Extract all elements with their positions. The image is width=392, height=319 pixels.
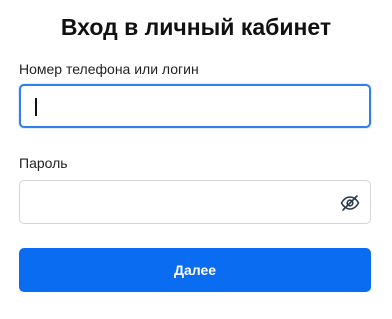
password-input[interactable] [32,181,332,223]
login-page: Вход в личный кабинет Номер телефона или… [0,0,392,319]
login-field-label: Номер телефона или логин [19,61,199,77]
eye-slash-icon[interactable] [340,194,360,212]
login-field[interactable] [19,84,371,128]
password-field[interactable] [19,180,371,224]
login-input[interactable] [33,86,333,126]
page-title: Вход в личный кабинет [60,14,332,40]
password-field-label: Пароль [19,155,68,171]
next-button[interactable]: Далее [19,248,371,292]
